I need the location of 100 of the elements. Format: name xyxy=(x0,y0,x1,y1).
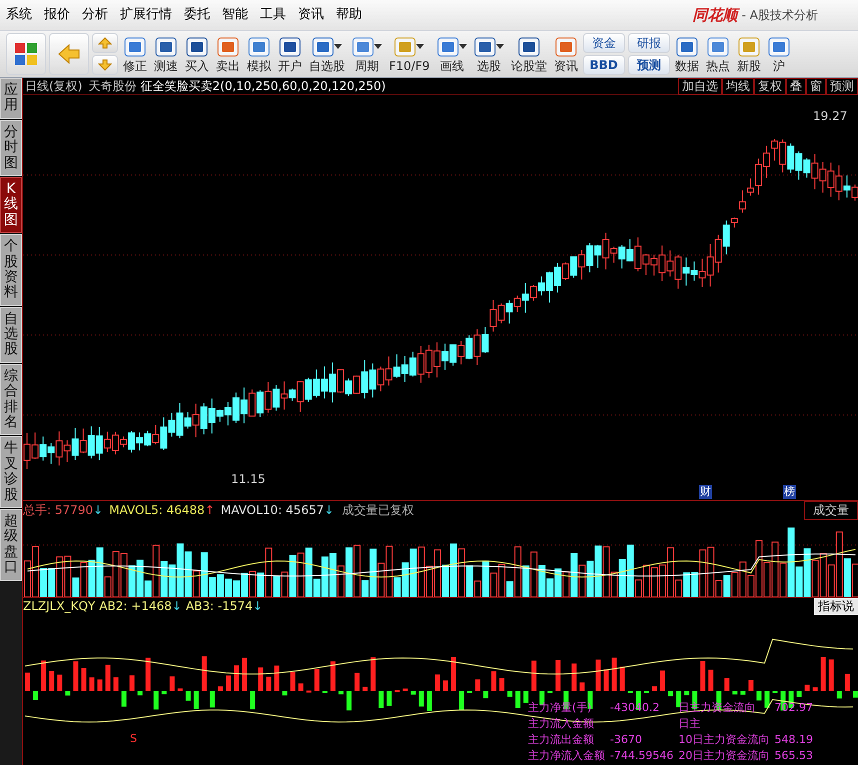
toolbar-icon xyxy=(518,36,540,56)
trend-arrow: ↓ xyxy=(324,502,334,519)
stat-label: 20日主力资金流向 xyxy=(678,748,770,764)
volume-legend: MAVOL10: 45657 xyxy=(220,501,324,519)
chart-option-button[interactable]: 预测 xyxy=(826,78,858,94)
toolbar-icon xyxy=(436,36,459,56)
high-price-label: 19.27 xyxy=(813,108,848,125)
caret-icon xyxy=(374,44,382,49)
toolbar-icon xyxy=(474,36,496,56)
toolbar-button[interactable]: 模拟 xyxy=(245,33,273,75)
toolbar-dropdown-button[interactable]: 周期 xyxy=(350,33,384,75)
brand-logo: 同花顺 xyxy=(692,4,738,26)
toolbar-dropdown-button[interactable]: 选股 xyxy=(472,33,506,75)
chart-option-button[interactable]: 均线 xyxy=(722,78,754,94)
toolbar-button[interactable]: 测速 xyxy=(152,33,180,75)
caret-icon xyxy=(458,44,467,49)
caret-icon xyxy=(496,44,504,49)
chart-option-button[interactable]: 窗 xyxy=(806,78,826,94)
menu-item[interactable]: 扩展行情 xyxy=(114,5,178,25)
stat-label: 10日主力资金流向 xyxy=(678,732,770,748)
volume-note: 成交量已复权 xyxy=(342,502,414,519)
menu-item[interactable]: 系统 xyxy=(0,5,38,25)
sidebar-tab[interactable]: 应用 xyxy=(0,78,22,119)
menu-item[interactable]: 委托 xyxy=(178,5,216,25)
chart-period: 日线(复权) xyxy=(25,78,82,95)
layout-button[interactable] xyxy=(6,33,46,75)
toolbar-icon xyxy=(155,36,177,56)
sidebar-tab[interactable]: 牛叉诊股 xyxy=(0,436,22,508)
toolbar-button[interactable]: 数据 xyxy=(672,33,701,75)
sidebar-tab[interactable]: K线图 xyxy=(0,176,22,234)
toolbar-icon xyxy=(186,36,208,56)
toolbar-icon xyxy=(554,36,577,56)
sidebar-tab[interactable]: 分时图 xyxy=(0,120,22,176)
trend-arrow: ↓ xyxy=(172,598,182,615)
event-marker: 榜 xyxy=(783,485,796,499)
toolbar-dropdown-button[interactable]: F10/F9 xyxy=(387,33,432,75)
caret-icon xyxy=(334,44,342,49)
toolbar-icon xyxy=(248,36,270,56)
toolbar-icon xyxy=(279,36,301,56)
up-arrow-icon xyxy=(98,37,112,49)
toolbar-button[interactable]: 修正 xyxy=(121,33,149,75)
volume-legend: 总手: 57790 xyxy=(23,501,94,519)
toolbar-button[interactable]: 新股 xyxy=(734,33,763,75)
sidebar-tab[interactable]: 综合排名 xyxy=(0,364,22,436)
indicator-formula: 征全笑脸买卖2(0,10,250,60,0,20,120,250) xyxy=(140,78,386,95)
menu-item[interactable]: 工具 xyxy=(254,5,292,25)
menu-item[interactable]: 智能 xyxy=(216,5,254,25)
up-button[interactable] xyxy=(92,33,118,53)
toolbar-small-button[interactable]: 研报 xyxy=(628,33,670,53)
menu-item[interactable]: 帮助 xyxy=(330,5,368,25)
toolbar-button[interactable]: 热点 xyxy=(704,33,732,75)
down-button[interactable] xyxy=(92,55,118,75)
window-title: - A股技术分析 xyxy=(742,7,818,24)
toolbar-small-button[interactable]: 预测 xyxy=(628,55,670,75)
toolbar-icon xyxy=(706,36,729,56)
stock-name: 天奇股份 xyxy=(88,78,136,95)
down-arrow-icon xyxy=(98,59,112,71)
menu-item[interactable]: 资讯 xyxy=(292,5,330,25)
trend-arrow: ↑ xyxy=(204,502,215,519)
color-grid-icon xyxy=(15,43,37,65)
toolbar-icon xyxy=(394,36,416,56)
chart-option-button[interactable]: 复权 xyxy=(754,78,786,94)
toolbar-button[interactable]: 卖出 xyxy=(214,33,242,75)
caret-icon xyxy=(416,44,424,49)
toolbar-button[interactable]: 论股堂 xyxy=(508,33,549,75)
chart-option-button[interactable]: 加自选 xyxy=(678,78,722,94)
indicator-legend: AB3: -1574 xyxy=(186,597,253,615)
toolbar-button[interactable]: 沪 xyxy=(766,33,792,75)
back-button[interactable] xyxy=(49,33,89,75)
trend-arrow: ↓ xyxy=(252,598,263,615)
toolbar-icon xyxy=(217,36,239,56)
stat-value: 548.19 xyxy=(774,732,813,748)
sidebar-tab[interactable]: 自选股 xyxy=(0,306,22,363)
indicator-tab[interactable]: 指标说 xyxy=(814,598,858,614)
toolbar-icon xyxy=(768,36,790,56)
toolbar-dropdown-button[interactable]: 画线 xyxy=(434,33,469,75)
stat-value: -3670 xyxy=(610,732,643,748)
toolbar-icon xyxy=(738,36,760,56)
stat-value: -744.59546 xyxy=(610,748,674,764)
volume-tab[interactable]: 成交量 xyxy=(804,500,858,520)
menu-item[interactable]: 报价 xyxy=(38,5,76,25)
trend-arrow: ↓ xyxy=(93,502,104,519)
toolbar-button[interactable]: 开户 xyxy=(276,33,304,75)
volume-legend: MAVOL5: 46488 xyxy=(109,501,205,519)
toolbar-small-button[interactable]: BBD xyxy=(582,55,625,75)
menu-item[interactable]: 分析 xyxy=(76,5,114,25)
signal-marker: S xyxy=(130,731,137,747)
toolbar-dropdown-button[interactable]: 自选股 xyxy=(307,33,347,75)
left-arrow-icon xyxy=(57,44,81,64)
toolbar-button[interactable]: 资讯 xyxy=(552,33,580,75)
toolbar-button[interactable]: 买入 xyxy=(183,33,211,75)
chart-option-button[interactable]: 叠 xyxy=(786,78,806,94)
stat-label: 日主 xyxy=(678,716,702,732)
stat-label: 主力净流入金额 xyxy=(528,748,605,764)
stat-label: 主力流出金额 xyxy=(528,732,595,748)
toolbar-small-button[interactable]: 资金 xyxy=(582,33,625,53)
indicator-name: ZLZJLX_KQY xyxy=(23,598,96,615)
toolbar-icon xyxy=(352,36,374,56)
sidebar-tab[interactable]: 超级盘口 xyxy=(0,508,22,581)
sidebar-tab[interactable]: 个股资料 xyxy=(0,234,22,306)
